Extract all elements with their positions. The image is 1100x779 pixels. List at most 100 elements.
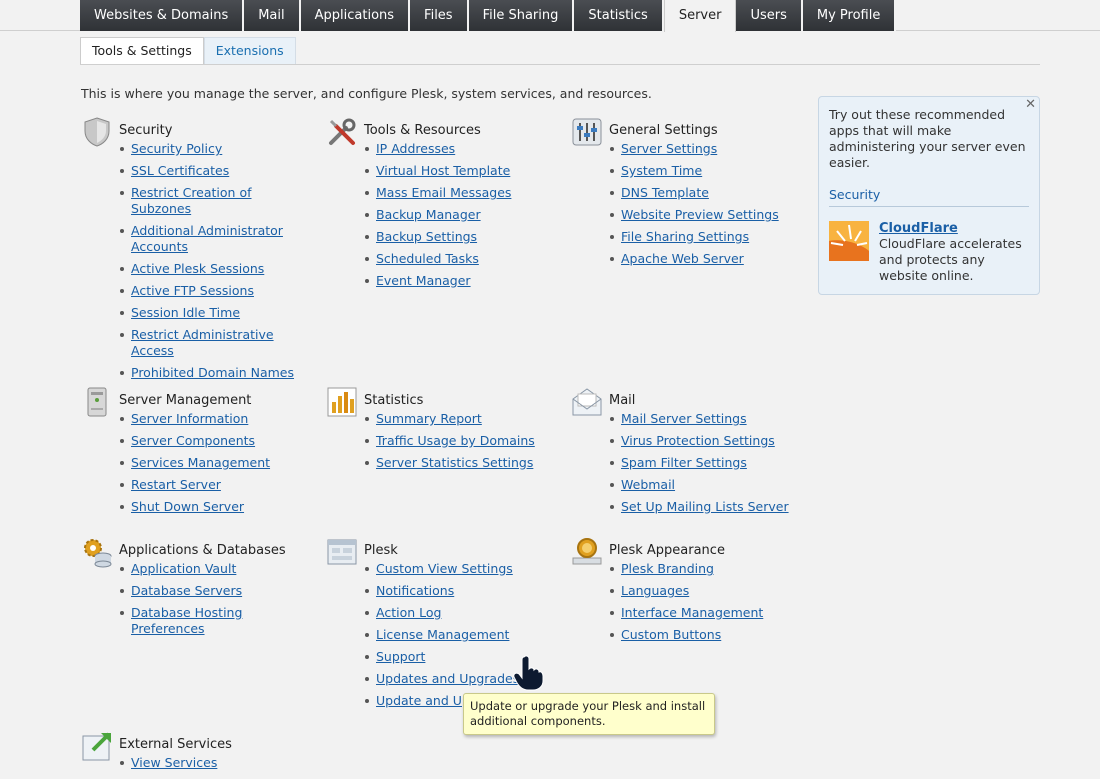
cloudflare-link[interactable]: CloudFlare [879,221,958,236]
link-virus-protection-settings[interactable]: Virus Protection Settings [621,433,775,448]
link-notifications[interactable]: Notifications [376,583,454,598]
sliders-icon [572,118,602,146]
link-traffic-usage-by-domains[interactable]: Traffic Usage by Domains [376,433,535,448]
link-server-information[interactable]: Server Information [131,411,248,426]
link-additional-admin-accounts[interactable]: Additional Administrator Accounts [131,223,283,254]
link-custom-buttons[interactable]: Custom Buttons [621,627,721,642]
list-item: Restart Server [119,477,311,493]
sub-tabs: Tools & Settings Extensions [80,37,296,65]
tab-my-profile[interactable]: My Profile [802,0,897,31]
tab-websites-domains[interactable]: Websites & Domains [80,0,245,31]
link-website-preview-settings[interactable]: Website Preview Settings [621,207,779,222]
gear-database-icon [84,539,112,568]
link-backup-manager[interactable]: Backup Manager [376,207,481,222]
section-applications-databases: Applications & Databases Application Vau… [81,539,311,643]
link-view-services[interactable]: View Services [131,755,217,770]
link-languages[interactable]: Languages [621,583,689,598]
link-ssl-certificates[interactable]: SSL Certificates [131,163,229,178]
list-item: Languages [609,583,801,599]
link-virtual-host-template[interactable]: Virtual Host Template [376,163,510,178]
tab-files[interactable]: Files [410,0,469,31]
link-application-vault[interactable]: Application Vault [131,561,236,576]
link-active-ftp-sessions[interactable]: Active FTP Sessions [131,283,254,298]
list-item: Database Hosting Preferences [119,605,311,637]
link-mailing-lists-server[interactable]: Set Up Mailing Lists Server [621,499,789,514]
list-item: Mass Email Messages [364,185,556,201]
section-title: Applications & Databases [119,543,286,558]
server-icon [87,387,107,417]
tab-statistics[interactable]: Statistics [574,0,664,31]
link-services-management[interactable]: Services Management [131,455,270,470]
list-item: Event Manager [364,273,556,289]
link-prohibited-domain-names[interactable]: Prohibited Domain Names [131,365,294,380]
list-item: License Management [364,627,556,643]
section-server-management: Server Management Server Information Ser… [81,387,311,521]
list-item: Interface Management [609,605,801,621]
link-webmail[interactable]: Webmail [621,477,675,492]
link-plesk-branding[interactable]: Plesk Branding [621,561,714,576]
subtab-extensions[interactable]: Extensions [203,37,296,65]
link-update-and-upgrade-settings[interactable]: Update and Up [376,693,470,708]
link-server-settings[interactable]: Server Settings [621,141,717,156]
link-restrict-subzones[interactable]: Restrict Creation of Subzones [131,185,252,216]
link-action-log[interactable]: Action Log [376,605,441,620]
link-summary-report[interactable]: Summary Report [376,411,482,426]
link-event-manager[interactable]: Event Manager [376,273,471,288]
link-restrict-admin-access[interactable]: Restrict Administrative Access [131,327,274,358]
close-icon[interactable]: ✕ [1025,97,1036,112]
tab-mail[interactable]: Mail [244,0,301,31]
link-file-sharing-settings[interactable]: File Sharing Settings [621,229,749,244]
promo-category: Security [829,187,1029,207]
link-database-servers[interactable]: Database Servers [131,583,242,598]
link-custom-view-settings[interactable]: Custom View Settings [376,561,513,576]
subtab-tools-settings[interactable]: Tools & Settings [80,37,204,65]
list-item: DNS Template [609,185,801,201]
cloudflare-logo-icon [829,221,869,261]
list-item: Action Log [364,605,556,621]
link-session-idle-time[interactable]: Session Idle Time [131,305,240,320]
link-shut-down-server[interactable]: Shut Down Server [131,499,244,514]
link-license-management[interactable]: License Management [376,627,509,642]
link-security-policy[interactable]: Security Policy [131,141,222,156]
tab-server[interactable]: Server [663,0,737,32]
link-restart-server[interactable]: Restart Server [131,477,221,492]
list-item: View Services [119,755,311,771]
list-item: Session Idle Time [119,305,311,321]
tab-users[interactable]: Users [736,0,803,31]
link-scheduled-tasks[interactable]: Scheduled Tasks [376,251,479,266]
external-link-icon [82,732,111,761]
section-title: Tools & Resources [364,123,481,138]
link-apache-web-server[interactable]: Apache Web Server [621,251,744,266]
section-title: Mail [609,393,636,408]
list-item: File Sharing Settings [609,229,801,245]
link-server-components[interactable]: Server Components [131,433,255,448]
link-backup-settings[interactable]: Backup Settings [376,229,477,244]
list-item: Virus Protection Settings [609,433,801,449]
list-item: Webmail [609,477,801,493]
link-mass-email-messages[interactable]: Mass Email Messages [376,185,511,200]
link-interface-management[interactable]: Interface Management [621,605,763,620]
section-title: Plesk [364,543,398,558]
list-item: Server Components [119,433,311,449]
list-item: Plesk Branding [609,561,801,577]
list-item: Database Servers [119,583,311,599]
link-database-hosting-preferences[interactable]: Database Hosting Preferences [131,605,242,636]
list-item: Server Settings [609,141,801,157]
list-item: Shut Down Server [119,499,311,515]
link-mail-server-settings[interactable]: Mail Server Settings [621,411,747,426]
envelope-icon [572,388,602,416]
link-dns-template[interactable]: DNS Template [621,185,709,200]
link-active-plesk-sessions[interactable]: Active Plesk Sessions [131,261,264,276]
link-ip-addresses[interactable]: IP Addresses [376,141,455,156]
link-updates-and-upgrades[interactable]: Updates and Upgrades [376,671,519,686]
link-support[interactable]: Support [376,649,425,664]
link-spam-filter-settings[interactable]: Spam Filter Settings [621,455,747,470]
link-system-time[interactable]: System Time [621,163,702,178]
bar-chart-icon [327,387,357,417]
hand-cursor-icon [513,655,544,691]
tab-applications[interactable]: Applications [300,0,411,31]
tab-file-sharing[interactable]: File Sharing [468,0,575,31]
list-item: Prohibited Domain Names [119,365,311,381]
link-server-statistics-settings[interactable]: Server Statistics Settings [376,455,533,470]
list-item: Backup Settings [364,229,556,245]
